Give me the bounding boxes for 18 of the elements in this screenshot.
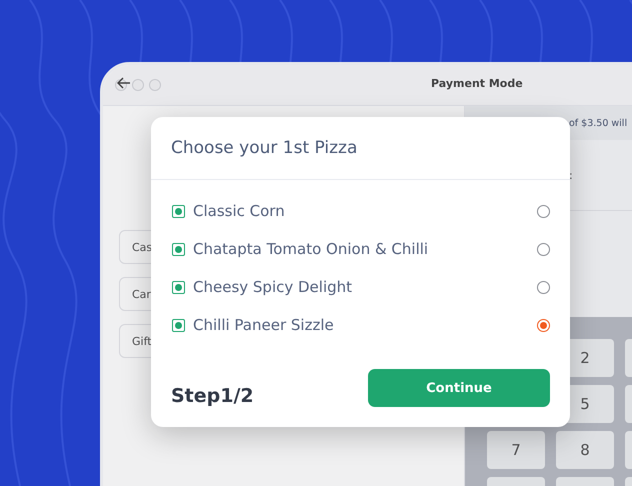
option-label: Chatapta Tomato Onion & Chilli [193,240,430,258]
continue-button[interactable]: Continue [368,369,550,407]
option-label: Chilli Paneer Sizzle [193,316,335,334]
back-arrow-icon[interactable] [117,77,131,89]
window-title: Payment Mode [431,77,523,90]
option-label: Classic Corn [193,202,286,220]
summary-text: of $3.50 will [569,118,628,128]
radio-button[interactable] [537,204,550,218]
dialog-title: Choose your 1st Pizza [151,117,570,180]
radio-button[interactable] [537,318,550,332]
radio-button[interactable] [537,242,550,256]
window-dot-icon [132,79,144,91]
keypad-key[interactable]: 7 [487,431,545,469]
radio-button[interactable] [537,280,550,294]
option-label: Cheesy Spicy Delight [193,278,354,296]
step-indicator: Step1/2 [171,385,254,407]
window-dot-icon [149,79,161,91]
keypad-key[interactable]: 8 [556,431,614,469]
